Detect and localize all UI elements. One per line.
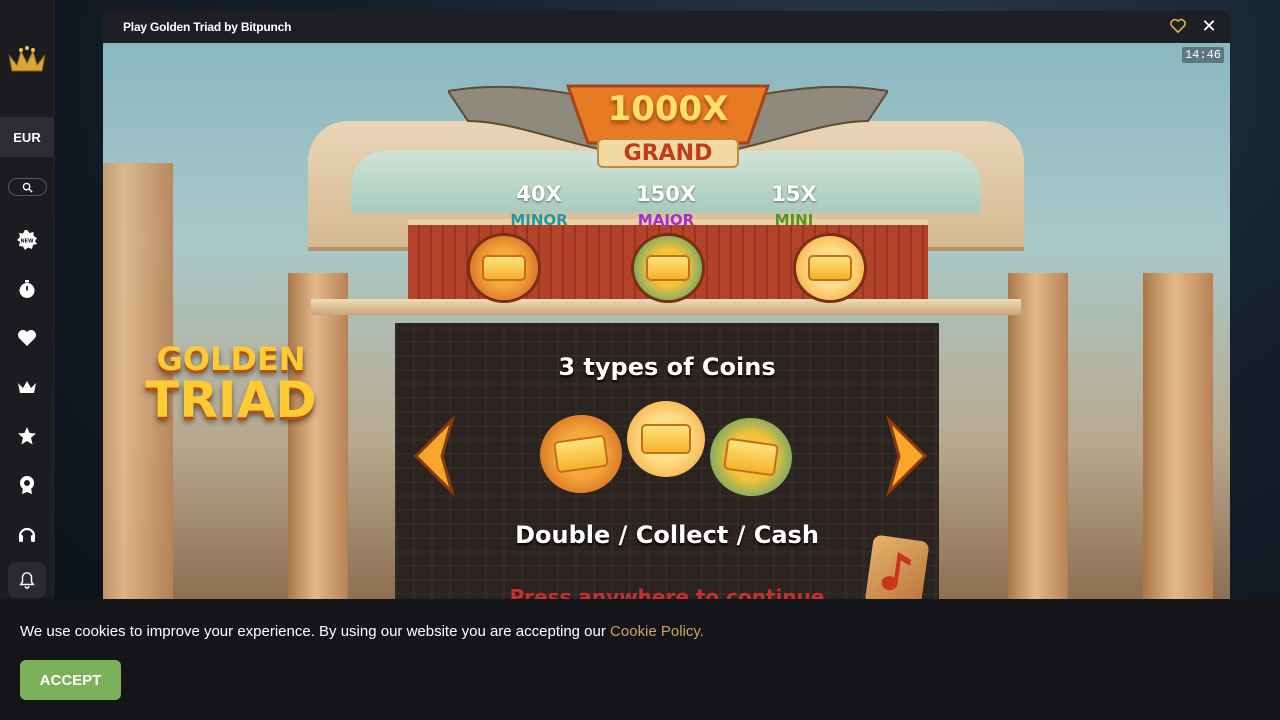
cookie-policy-link[interactable]: Cookie Policy. — [610, 623, 704, 640]
casino-page: EUR NEW Play Golden Triad by Bitpunch ✕ … — [0, 0, 1280, 720]
favorite-button[interactable] — [1170, 18, 1188, 36]
game-canvas[interactable]: 1000X GRAND 40X MINOR 150X MAJOR 15X MIN… — [103, 43, 1230, 611]
svg-text:NEW: NEW — [20, 239, 34, 245]
notifications-button[interactable] — [8, 562, 46, 598]
bell-icon — [19, 572, 35, 589]
mini-value: 15X — [771, 182, 817, 206]
coins-headline: 3 types of Coins — [558, 353, 776, 381]
heart-outline-icon — [1170, 18, 1186, 34]
stopwatch-icon — [19, 280, 35, 298]
vip-button[interactable] — [14, 374, 40, 400]
modal-title: Play Golden Triad by Bitpunch — [123, 20, 292, 34]
game-clock: 14:46 — [1181, 47, 1224, 63]
mini-label: MINI — [774, 211, 814, 229]
heart-icon — [18, 330, 36, 346]
grand-multiplier: 1000X — [607, 89, 729, 129]
collect-coin — [627, 401, 705, 477]
coins-subline: Double / Collect / Cash — [515, 521, 819, 549]
frieze-coin-bird — [796, 236, 864, 300]
frieze-coin-eye — [470, 236, 538, 300]
major-value: 150X — [635, 182, 697, 206]
crown-logo[interactable] — [7, 45, 47, 73]
grand-label: GRAND — [623, 141, 713, 166]
right-column — [1143, 273, 1213, 611]
headset-icon — [18, 527, 36, 542]
frieze-coin-water — [634, 236, 702, 300]
major-label: MAJOR — [637, 211, 695, 229]
game-modal: Play Golden Triad by Bitpunch ✕ 1000X GR… — [103, 11, 1230, 611]
cookie-text: We use cookies to improve your experienc… — [20, 623, 611, 640]
award-icon — [20, 476, 34, 494]
close-icon: ✕ — [1201, 16, 1217, 36]
star-icon — [18, 427, 36, 445]
temple-cornice — [311, 299, 1021, 315]
modal-header: Play Golden Triad by Bitpunch ✕ — [103, 11, 1230, 43]
previous-arrow-icon[interactable] — [408, 416, 462, 496]
left-column — [288, 273, 348, 611]
right-inner-column — [1008, 273, 1068, 611]
support-button[interactable] — [14, 521, 40, 547]
logo-line-2: TRIAD — [145, 371, 317, 429]
close-button[interactable]: ✕ — [1200, 17, 1218, 35]
next-arrow-icon[interactable] — [879, 416, 933, 496]
promotions-button[interactable] — [14, 472, 40, 498]
minor-label: MINOR — [510, 211, 568, 229]
crown-icon — [18, 381, 36, 393]
game-logo: GOLDEN TRIAD — [136, 343, 326, 425]
cookie-banner: We use cookies to improve your experienc… — [0, 599, 1280, 720]
new-badge-icon: NEW — [17, 230, 37, 250]
search-icon — [22, 182, 33, 193]
favorites-button[interactable] — [14, 325, 40, 351]
minor-value: 40X — [516, 182, 562, 206]
recent-games-button[interactable] — [14, 276, 40, 302]
top-games-button[interactable] — [14, 423, 40, 449]
search-button[interactable] — [8, 178, 47, 196]
cookie-message: We use cookies to improve your experienc… — [20, 623, 704, 640]
accept-cookies-button[interactable]: ACCEPT — [20, 660, 121, 700]
new-games-button[interactable]: NEW — [14, 227, 40, 253]
currency-selector[interactable]: EUR — [0, 117, 54, 157]
